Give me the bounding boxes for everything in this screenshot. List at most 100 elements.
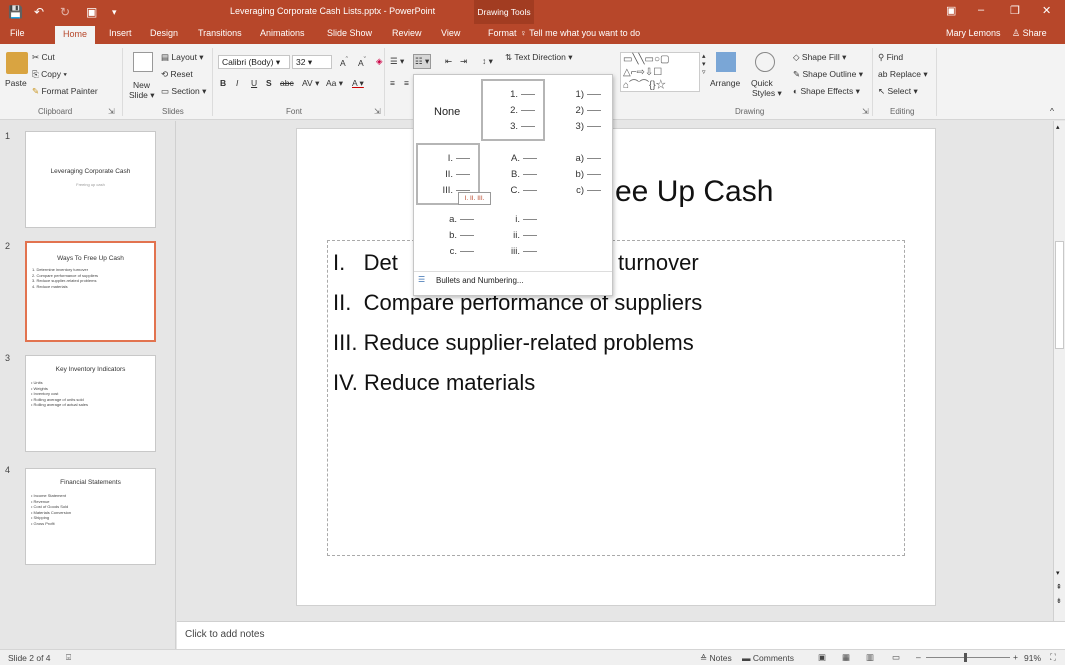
zoom-in-icon[interactable]: + xyxy=(1013,652,1018,662)
numbering-none[interactable]: None xyxy=(418,79,482,141)
shape-outline-button[interactable]: ✎ Shape Outline ▾ xyxy=(793,69,863,80)
ribbon-display-options-icon[interactable]: ▣ xyxy=(946,4,956,17)
previous-slide-icon[interactable]: ⇞ xyxy=(1056,583,1062,591)
italic-icon[interactable]: I xyxy=(236,78,238,88)
fit-slide-icon[interactable]: ⛶ xyxy=(1050,652,1056,663)
find-button[interactable]: ⚲ Find xyxy=(878,52,903,63)
comments-toggle[interactable]: ▬ Comments xyxy=(742,653,794,663)
slide-bullet-1[interactable]: I. Det xyxy=(333,250,398,276)
slide-thumbnail-3[interactable]: Key Inventory Indicators • Units • Weigh… xyxy=(25,355,156,452)
tab-design[interactable]: Design xyxy=(150,28,178,38)
slide-sorter-icon[interactable]: ▦ xyxy=(842,652,850,663)
font-size-select[interactable]: 32 ▾ xyxy=(292,55,332,69)
clipboard-launcher-icon[interactable]: ⇲ xyxy=(108,107,115,116)
strikethrough-icon[interactable]: abc xyxy=(280,78,294,88)
section-button[interactable]: ▭ Section ▾ xyxy=(161,86,206,97)
underline-icon[interactable]: U xyxy=(251,78,257,88)
clear-formatting-icon[interactable]: ◈ xyxy=(376,56,383,67)
scroll-up-icon[interactable]: ▴ xyxy=(1056,123,1060,131)
format-painter-button[interactable]: ✎ Format Painter xyxy=(32,86,98,97)
next-slide-icon[interactable]: ⇟ xyxy=(1056,597,1062,605)
align-left-icon[interactable]: ≡ xyxy=(390,78,395,88)
bullets-and-numbering-menu-item[interactable]: ☰ Bullets and Numbering... xyxy=(414,271,612,289)
zoom-slider-thumb[interactable] xyxy=(964,653,967,662)
tab-view[interactable]: View xyxy=(441,28,460,38)
quick-styles-label[interactable]: Quick xyxy=(751,78,773,88)
font-name-select[interactable]: Calibri (Body) ▾ xyxy=(218,55,290,69)
slide-title[interactable]: ee Up Cash xyxy=(615,175,773,209)
scroll-thumb[interactable] xyxy=(1055,241,1064,349)
numbering-alpha-lower-period[interactable]: a. b. c. xyxy=(418,211,482,273)
shape-effects-button[interactable]: ◐ Shape Effects ▾ xyxy=(793,86,860,97)
slide-bullet-3[interactable]: III. Reduce supplier-related problems xyxy=(333,330,694,356)
collapse-ribbon-icon[interactable]: ^ xyxy=(1050,106,1054,116)
numbering-icon[interactable]: ☷ ▾ xyxy=(413,54,432,69)
slide-thumbnail-2[interactable]: Ways To Free Up Cash 1. Determine invent… xyxy=(25,241,156,342)
shape-fill-button[interactable]: ◇ Shape Fill ▾ xyxy=(793,52,846,63)
scroll-down-icon[interactable]: ▾ xyxy=(1056,569,1060,577)
decrease-font-icon[interactable]: Aˇ xyxy=(358,56,366,68)
save-icon[interactable]: 💾 xyxy=(8,5,23,19)
tab-animations[interactable]: Animations xyxy=(260,28,305,38)
increase-indent-icon[interactable]: ⇥ xyxy=(460,56,467,67)
shapes-more-icon[interactable]: ▴ ▾ ▿ xyxy=(702,52,706,76)
layout-button[interactable]: ▤ Layout ▾ xyxy=(161,52,204,63)
restore-icon[interactable]: ❐ xyxy=(1010,4,1020,17)
shapes-gallery[interactable]: ▭╲╲▭○▢ △⌐⇨⇩☐ ⌂⌒⌒{}☆ xyxy=(620,52,700,92)
share-button[interactable]: ♙ Share xyxy=(1012,28,1047,39)
zoom-level[interactable]: 91% xyxy=(1024,653,1041,663)
tab-home[interactable]: Home xyxy=(55,26,96,44)
new-slide-dropdown[interactable]: Slide ▾ xyxy=(129,90,155,101)
replace-button[interactable]: ab Replace ▾ xyxy=(878,69,928,80)
undo-icon[interactable]: ↶ xyxy=(34,5,44,19)
shadow-icon[interactable]: S xyxy=(266,78,272,88)
select-button[interactable]: ↖ Select ▾ xyxy=(878,86,918,97)
align-center-icon[interactable]: ≡ xyxy=(404,78,409,88)
notes-pane[interactable]: Click to add notes xyxy=(177,621,1065,649)
reading-view-icon[interactable]: ▥ xyxy=(866,652,874,663)
slide-thumbnail-4[interactable]: Financial Statements • Income Statement … xyxy=(25,468,156,565)
customize-qat-icon[interactable]: ▾ xyxy=(112,7,117,18)
tab-insert[interactable]: Insert xyxy=(109,28,132,38)
drawing-launcher-icon[interactable]: ⇲ xyxy=(862,107,869,116)
bold-icon[interactable]: B xyxy=(220,78,226,88)
numbering-arabic-paren[interactable]: 1) 2) 3) xyxy=(545,79,609,141)
start-from-beginning-icon[interactable]: ▣ xyxy=(86,5,97,19)
tab-format[interactable]: Format xyxy=(488,28,517,38)
tab-review[interactable]: Review xyxy=(392,28,422,38)
redo-icon[interactable]: ↻ xyxy=(60,5,70,19)
tab-slide-show[interactable]: Slide Show xyxy=(327,28,372,38)
numbering-arabic-period[interactable]: 1. 2. 3. xyxy=(481,79,545,141)
character-spacing-icon[interactable]: AV ▾ xyxy=(302,78,319,89)
account-name[interactable]: Mary Lemons xyxy=(946,28,1001,38)
notes-toggle[interactable]: ≙ Notes xyxy=(700,653,732,664)
numbering-alpha-lower-paren[interactable]: a) b) c) xyxy=(545,145,609,207)
arrange-button[interactable]: Arrange xyxy=(710,78,740,88)
reset-button[interactable]: ⟲ Reset xyxy=(161,69,193,80)
increase-font-icon[interactable]: Aˆ xyxy=(340,56,348,68)
arrange-icon[interactable] xyxy=(716,52,736,72)
normal-view-icon[interactable]: ▣ xyxy=(818,652,826,663)
quick-styles-icon[interactable] xyxy=(755,52,775,72)
vertical-scrollbar[interactable]: ▴ ▾ ⇞ ⇟ xyxy=(1053,121,1065,621)
font-color-icon[interactable]: A ▾ xyxy=(352,78,364,89)
change-case-icon[interactable]: Aa ▾ xyxy=(326,78,343,89)
quick-styles-dropdown[interactable]: Styles ▾ xyxy=(752,88,782,99)
cut-button[interactable]: ✂ Cut xyxy=(32,52,55,63)
bullets-icon[interactable]: ☰ ▾ xyxy=(390,56,404,67)
numbering-roman-lower[interactable]: i. ii. iii. xyxy=(481,211,545,273)
copy-button[interactable]: ⎘ Copy ▾ xyxy=(32,69,67,80)
new-slide-label[interactable]: New xyxy=(133,80,150,90)
tab-transitions[interactable]: Transitions xyxy=(198,28,242,38)
slide-thumbnail-1[interactable]: Leveraging Corporate Cash Freeing up cas… xyxy=(25,131,156,228)
decrease-indent-icon[interactable]: ⇤ xyxy=(445,56,452,67)
spell-check-icon[interactable]: ⌻ xyxy=(66,652,71,663)
zoom-out-icon[interactable]: – xyxy=(916,652,921,662)
font-launcher-icon[interactable]: ⇲ xyxy=(374,107,381,116)
tell-me-box[interactable]: ♀ Tell me what you want to do xyxy=(520,28,640,38)
paste-button[interactable]: Paste xyxy=(5,78,27,88)
slide-bullet-4[interactable]: IV. Reduce materials xyxy=(333,370,535,396)
slide-show-icon[interactable]: ▭ xyxy=(892,652,900,663)
close-icon[interactable]: ✕ xyxy=(1042,4,1051,17)
zoom-slider[interactable] xyxy=(926,657,1010,658)
